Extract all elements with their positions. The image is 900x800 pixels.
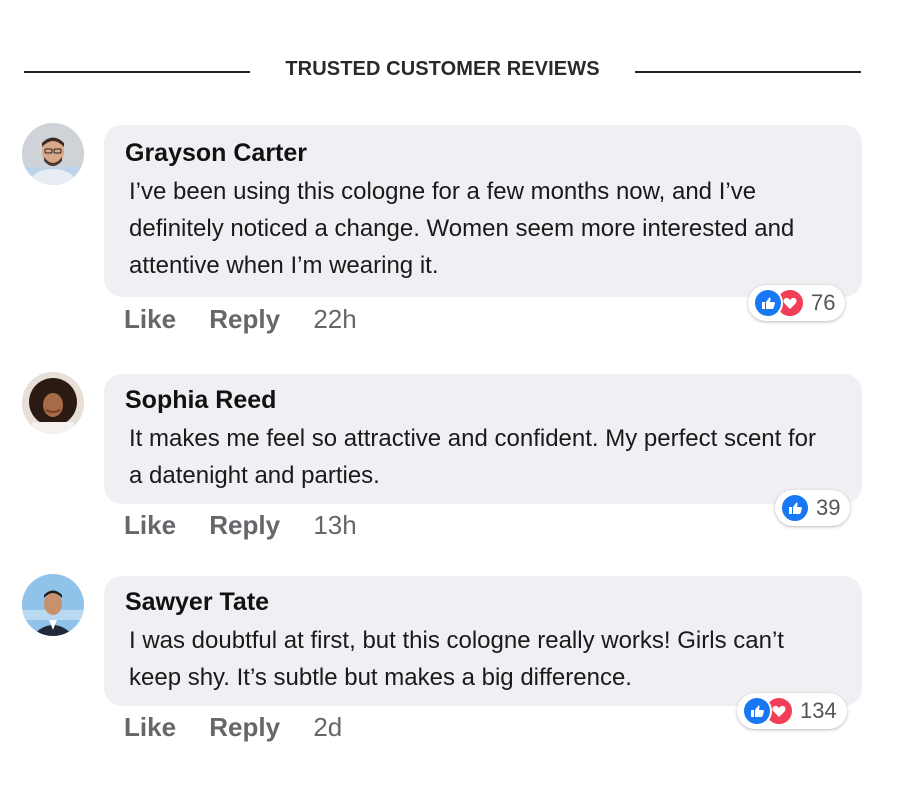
- reaction-summary[interactable]: 134: [737, 693, 847, 729]
- avatar-image: [22, 372, 84, 434]
- comment-bubble: Grayson Carter I’ve been using this colo…: [104, 125, 862, 297]
- reviewer-name[interactable]: Sophia Reed: [125, 386, 276, 415]
- review-text: It makes me feel so attractive and confi…: [129, 425, 816, 489]
- comment-actions: Like Reply 2d: [124, 712, 368, 743]
- comment-actions: Like Reply 22h: [124, 304, 383, 335]
- like-button[interactable]: Like: [124, 712, 176, 742]
- like-button[interactable]: Like: [124, 510, 176, 540]
- reaction-summary[interactable]: 76: [748, 285, 846, 321]
- avatar-image: [22, 574, 84, 636]
- avatar[interactable]: [22, 574, 84, 636]
- reaction-count: 134: [800, 698, 837, 723]
- timestamp: 13h: [313, 510, 357, 540]
- avatar[interactable]: [22, 372, 84, 434]
- review-text: I was doubtful at first, but this cologn…: [129, 627, 784, 691]
- reply-button[interactable]: Reply: [209, 712, 280, 742]
- comment-actions: Like Reply 13h: [124, 510, 383, 541]
- like-button[interactable]: Like: [124, 304, 176, 334]
- timestamp: 22h: [313, 304, 357, 334]
- reply-button[interactable]: Reply: [209, 510, 280, 540]
- like-icon: [753, 288, 783, 318]
- reply-button[interactable]: Reply: [209, 304, 280, 334]
- review-text: I’ve been using this cologne for a few m…: [129, 178, 795, 279]
- header-divider-left: [24, 71, 250, 73]
- section-title: TRUSTED CUSTOMER REVIEWS: [285, 58, 600, 80]
- reaction-count: 39: [816, 495, 841, 520]
- reviewer-name[interactable]: Sawyer Tate: [125, 588, 269, 617]
- reaction-count: 76: [811, 290, 836, 315]
- like-icon: [780, 493, 810, 523]
- timestamp: 2d: [313, 712, 343, 742]
- header-divider-right: [635, 71, 861, 73]
- comment-bubble: Sophia Reed It makes me feel so attracti…: [104, 374, 862, 504]
- comment-bubble: Sawyer Tate I was doubtful at first, but…: [104, 576, 862, 706]
- avatar-image: [22, 123, 84, 185]
- reviewer-name[interactable]: Grayson Carter: [125, 139, 307, 168]
- reaction-summary[interactable]: 39: [775, 490, 851, 526]
- like-icon: [742, 696, 772, 726]
- avatar[interactable]: [22, 123, 84, 185]
